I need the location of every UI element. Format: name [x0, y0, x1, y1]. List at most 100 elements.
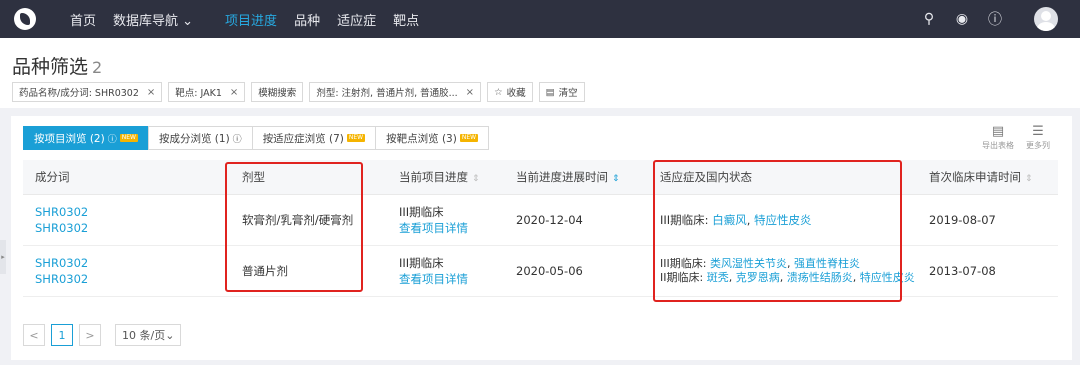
- phase-label: III期临床:: [660, 212, 709, 227]
- next-page-button[interactable]: >: [79, 324, 101, 346]
- cell-dosage-form: 软膏剂/乳膏剂/硬膏剂: [230, 194, 387, 246]
- cell-progress: III期临床 查看项目详情: [387, 245, 504, 297]
- indication-link[interactable]: 溃疡性结肠炎: [787, 271, 853, 284]
- filter-chip-label: 剂型: 注射剂, 普通片剂, 普通胶...: [316, 88, 458, 99]
- progress-text: III期临床: [399, 204, 444, 219]
- more-columns-label: 更多列: [1026, 141, 1050, 150]
- pagination: < 1 > 10 条/页⌄: [23, 324, 187, 346]
- export-label: 导出表格: [982, 141, 1014, 150]
- tab-by-project[interactable]: 按项目浏览 (2) ⓘ NEW: [23, 126, 149, 150]
- sort-icon[interactable]: ⇕: [472, 174, 480, 184]
- indication-link[interactable]: 克罗恩病: [736, 271, 780, 284]
- nav-variety[interactable]: 品种: [294, 10, 320, 29]
- clear-button[interactable]: ▤ 清空: [538, 82, 585, 102]
- indication-link[interactable]: 特应性皮炎: [754, 213, 812, 227]
- user-avatar[interactable]: [1034, 7, 1058, 31]
- ingredient-link[interactable]: SHR0302: [35, 221, 88, 235]
- indication-link[interactable]: 类风湿性关节炎: [710, 257, 787, 270]
- col-header-progress-date[interactable]: 当前进度进展时间 ⇕: [504, 160, 648, 195]
- ingredient-link[interactable]: SHR0302: [35, 256, 88, 270]
- page-1-button[interactable]: 1: [51, 324, 73, 346]
- col-header-first-apply[interactable]: 首次临床申请时间 ⇕: [917, 160, 1058, 195]
- view-tabs: 按项目浏览 (2) ⓘ NEW 按成分浏览 (1) ⓘ 按适应症浏览 (7) N…: [23, 126, 490, 150]
- cell-first-apply: 2019-08-07: [917, 194, 1058, 246]
- table-tools: ▤ 导出表格 ☰ 更多列: [978, 124, 1058, 151]
- trash-icon: ▤: [545, 86, 555, 98]
- help-icon[interactable]: ⓘ: [108, 132, 117, 145]
- project-detail-link[interactable]: 查看项目详情: [399, 221, 468, 235]
- cell-progress: III期临床 查看项目详情: [387, 194, 504, 246]
- new-badge: NEW: [459, 134, 479, 142]
- nav-menu: 首页 数据库导航 ⌄ 项目进度 品种 适应症 靶点: [70, 0, 436, 38]
- new-badge: NEW: [119, 134, 138, 142]
- nav-tools: ⚲ ◉ ⓘ: [921, 0, 1080, 38]
- prev-page-button[interactable]: <: [23, 324, 45, 346]
- logo-icon[interactable]: [14, 8, 36, 30]
- result-count: 2: [92, 58, 103, 77]
- nav-home[interactable]: 首页: [70, 10, 96, 29]
- cell-ingredient: SHR0302 SHR0302: [23, 245, 230, 297]
- col-header-indication: 适应症及国内状态: [648, 160, 917, 195]
- close-icon[interactable]: ×: [466, 87, 474, 98]
- table-header-row: 成分词 剂型 当前项目进度 ⇕ 当前进度进展时间 ⇕ 适应症及国内状态 首次临床申请…: [23, 160, 1058, 195]
- cell-indication: III期临床: 白癜风, 特应性皮炎: [648, 194, 917, 246]
- fuzzy-search-button[interactable]: 模糊搜索: [251, 82, 304, 102]
- cell-first-apply: 2013-07-08: [917, 245, 1058, 297]
- sort-icon[interactable]: ⇕: [612, 174, 620, 184]
- page-title: 品种筛选 2: [12, 52, 102, 79]
- list-icon: ☰: [1032, 124, 1044, 139]
- tab-by-ingredient[interactable]: 按成分浏览 (1) ⓘ: [147, 126, 253, 150]
- nav-indication[interactable]: 适应症: [337, 10, 376, 29]
- ingredient-link[interactable]: SHR0302: [35, 272, 88, 286]
- results-panel: 按项目浏览 (2) ⓘ NEW 按成分浏览 (1) ⓘ 按适应症浏览 (7) N…: [11, 116, 1072, 360]
- filter-chip-target[interactable]: 靶点: JAK1 ×: [168, 82, 246, 102]
- clear-label: 清空: [558, 88, 578, 99]
- sidebar-toggle[interactable]: ▸: [0, 240, 6, 274]
- nav-target[interactable]: 靶点: [393, 10, 419, 29]
- cell-indication: III期临床: 类风湿性关节炎, 强直性脊柱炎 II期临床: 斑秃, 克罗恩病,…: [648, 245, 917, 297]
- help-icon[interactable]: ⓘ: [233, 132, 242, 145]
- table-row: SHR0302 SHR0302 软膏剂/乳膏剂/硬膏剂 III期临床 查看项目详…: [23, 194, 1058, 246]
- top-nav: 首页 数据库导航 ⌄ 项目进度 品种 适应症 靶点 ⚲ ◉ ⓘ: [0, 0, 1080, 38]
- cell-progress-date: 2020-05-06: [504, 245, 648, 297]
- favorite-button[interactable]: ☆ 收藏: [487, 82, 533, 102]
- indication-link[interactable]: 白癜风: [712, 213, 747, 227]
- filter-chip-ingredient[interactable]: 药品名称/成分词: SHR0302 ×: [12, 82, 163, 102]
- cell-ingredient: SHR0302 SHR0302: [23, 194, 230, 246]
- table-row: SHR0302 SHR0302 普通片剂 III期临床 查看项目详情 2020-…: [23, 245, 1058, 297]
- page-title-text: 品种筛选: [12, 56, 89, 78]
- results-table: 成分词 剂型 当前项目进度 ⇕ 当前进度进展时间 ⇕ 适应症及国内状态 首次临床申请…: [23, 160, 1058, 297]
- close-icon[interactable]: ×: [147, 87, 155, 98]
- filter-chip-label: 模糊搜索: [258, 88, 297, 99]
- search-icon[interactable]: ⚲: [921, 11, 937, 27]
- nav-database[interactable]: 数据库导航 ⌄: [113, 10, 193, 29]
- export-table-button[interactable]: ▤ 导出表格: [978, 124, 1018, 151]
- page-size-select[interactable]: 10 条/页⌄: [115, 324, 182, 346]
- nav-project-progress[interactable]: 项目进度: [225, 10, 277, 29]
- filter-chip-dosage[interactable]: 剂型: 注射剂, 普通片剂, 普通胶... ×: [309, 82, 482, 102]
- indication-link[interactable]: 特应性皮炎: [860, 271, 915, 284]
- tab-label: 按成分浏览 (1): [158, 132, 230, 145]
- more-columns-button[interactable]: ☰ 更多列: [1018, 124, 1058, 151]
- tab-label: 按项目浏览 (2): [34, 132, 105, 145]
- close-icon[interactable]: ×: [230, 87, 238, 98]
- favorite-label: 收藏: [506, 88, 526, 99]
- ingredient-link[interactable]: SHR0302: [35, 205, 88, 219]
- col-header-progress[interactable]: 当前项目进度 ⇕: [387, 160, 504, 195]
- tab-label: 按靶点浏览 (3): [386, 132, 457, 145]
- bulb-icon[interactable]: ◉: [954, 11, 970, 27]
- indication-link[interactable]: 斑秃: [707, 271, 729, 284]
- sort-icon[interactable]: ⇕: [1025, 174, 1033, 184]
- indication-link[interactable]: 强直性脊柱炎: [794, 257, 860, 270]
- col-header-dosage-form: 剂型: [230, 160, 387, 195]
- col-header-ingredient: 成分词: [23, 160, 230, 195]
- cell-dosage-form: 普通片剂: [230, 245, 387, 297]
- phase-label: II期临床:: [660, 270, 704, 284]
- phase-label: III期临床:: [660, 256, 707, 270]
- tab-by-indication[interactable]: 按适应症浏览 (7) NEW: [251, 126, 377, 150]
- tab-by-target[interactable]: 按靶点浏览 (3) NEW: [375, 126, 490, 150]
- page-header: 品种筛选 2 药品名称/成分词: SHR0302 × 靶点: JAK1 × 模糊搜…: [0, 38, 1080, 108]
- progress-text: III期临床: [399, 255, 444, 270]
- project-detail-link[interactable]: 查看项目详情: [399, 272, 468, 286]
- help-icon[interactable]: ⓘ: [987, 9, 1003, 29]
